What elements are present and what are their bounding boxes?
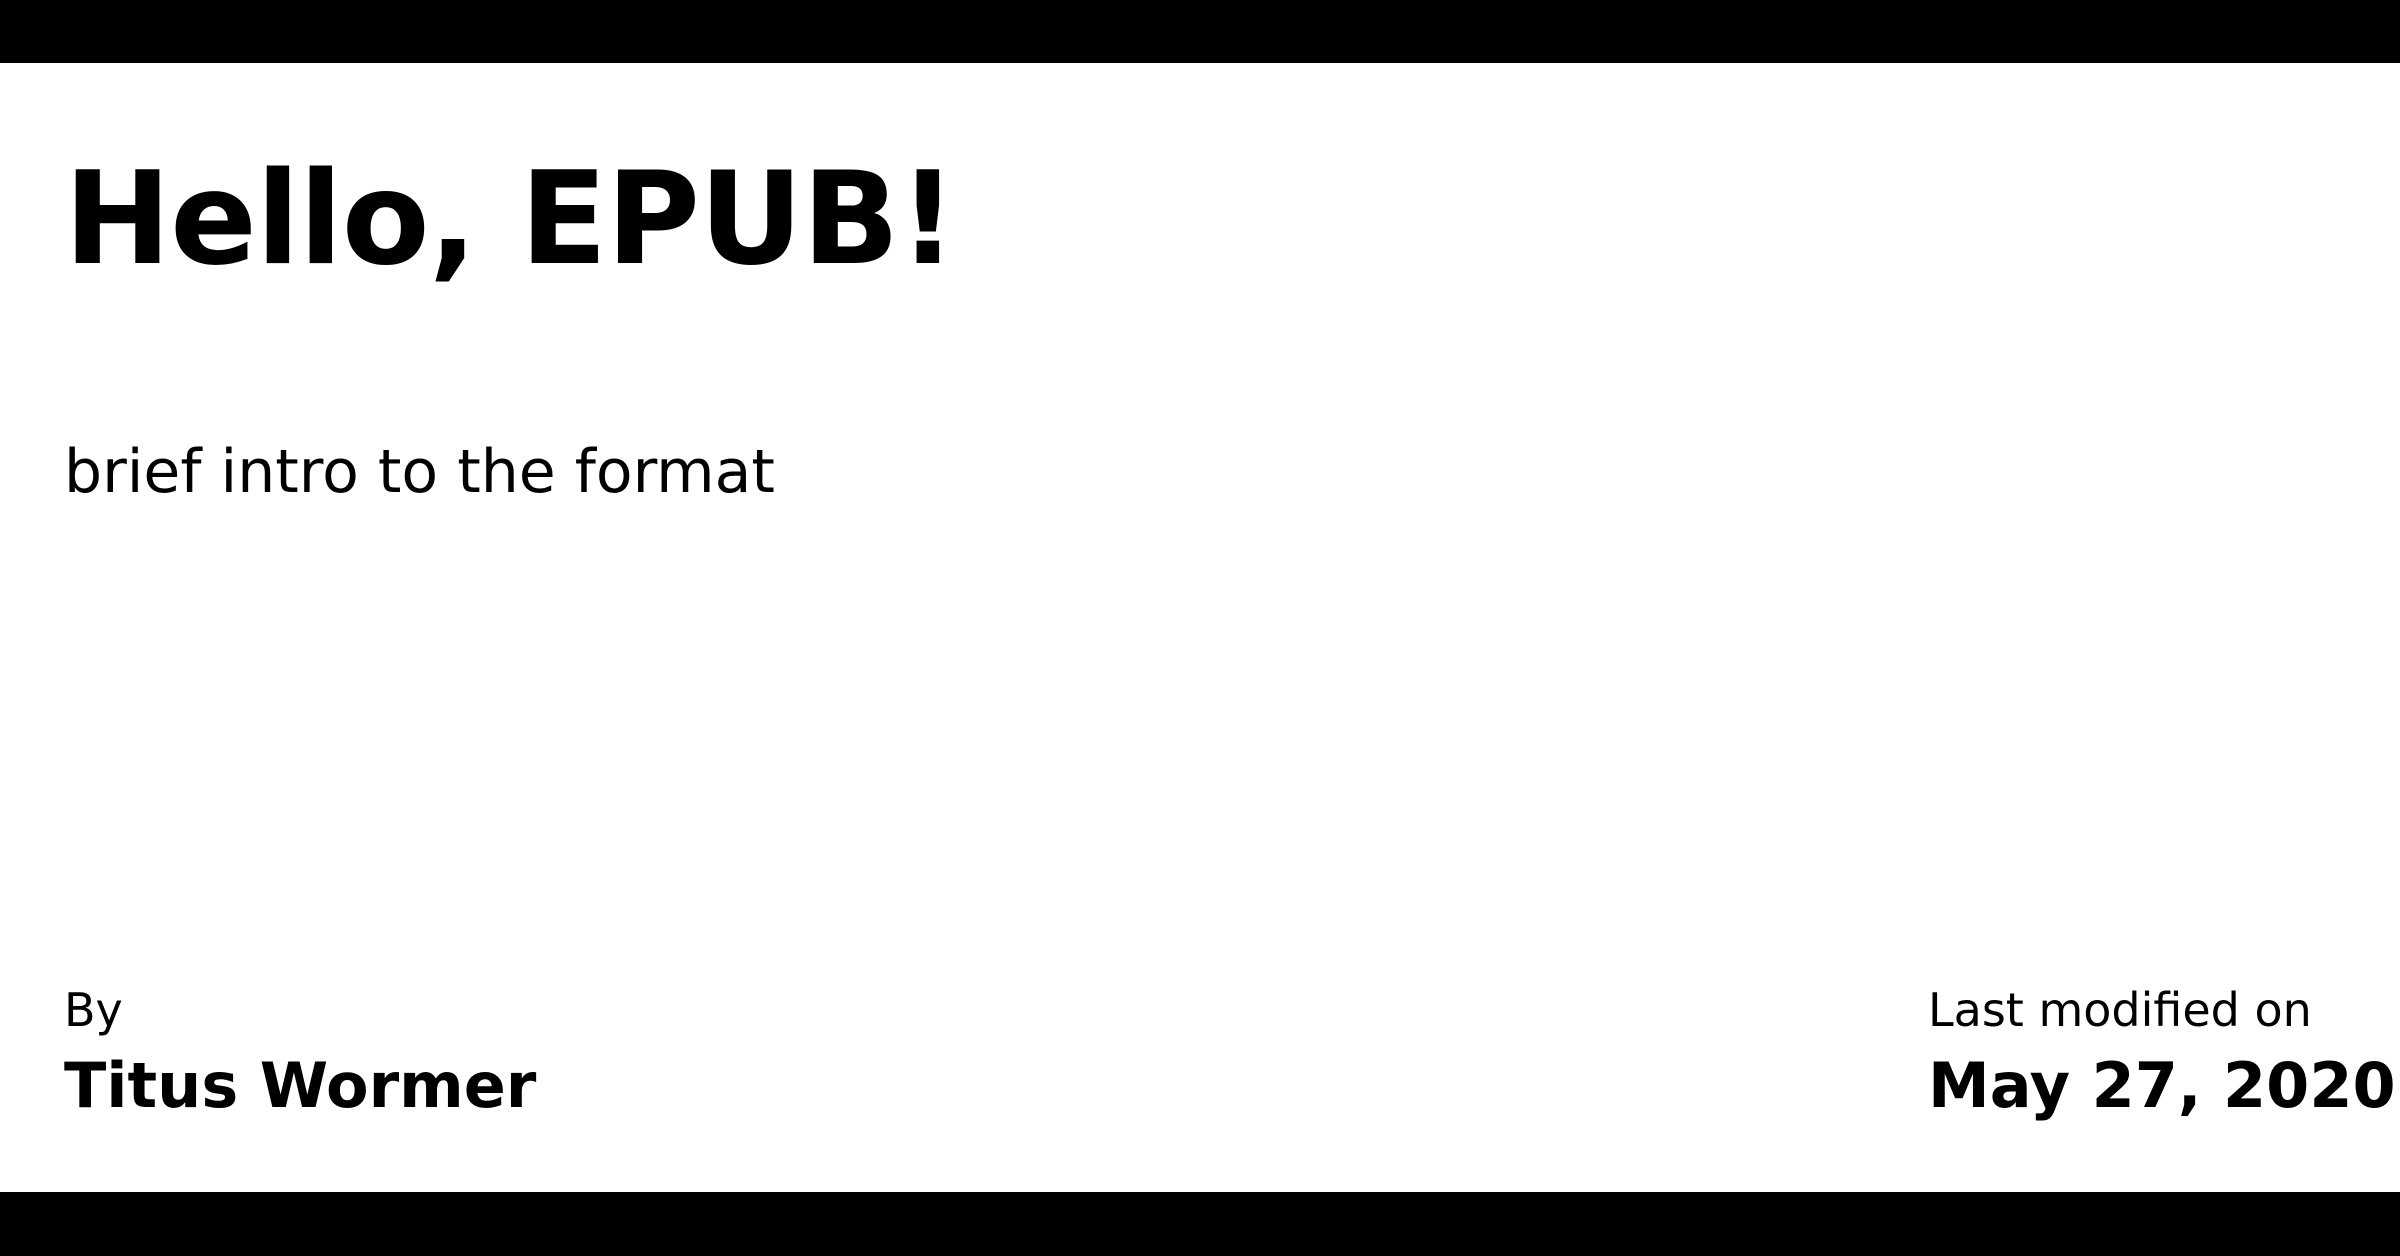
modified-label: Last modified on [1928,983,2312,1037]
author-block: By Titus Wormer [64,980,536,1126]
bottom-border-bar [0,1192,2400,1256]
page-title: Hello, EPUB! [64,145,957,294]
author-label: By [64,983,123,1037]
modified-block: Last modified on May 27, 2020 [1928,980,2396,1126]
social-card: Hello, EPUB! brief intro to the format B… [0,0,2400,1256]
modified-date: May 27, 2020 [1928,1049,2396,1122]
author-name: Titus Wormer [64,1049,537,1122]
page-description: brief intro to the format [64,437,775,507]
top-border-bar [0,0,2400,63]
